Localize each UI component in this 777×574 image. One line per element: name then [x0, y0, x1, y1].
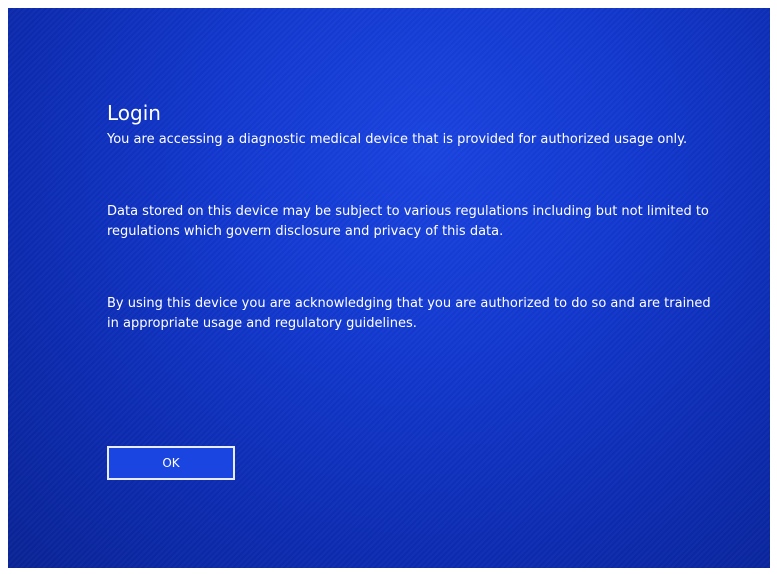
acknowledgement-notice: By using this device you are acknowledgi… [107, 296, 711, 331]
ok-button[interactable]: OK [107, 446, 235, 480]
login-title: Login [107, 101, 161, 125]
photo-frame: Login You are accessing a diagnostic med… [0, 0, 777, 574]
data-regulation-notice: Data stored on this device may be subjec… [107, 204, 709, 239]
login-notice: Login You are accessing a diagnostic med… [107, 100, 717, 334]
authorized-usage-notice: You are accessing a diagnostic medical d… [107, 132, 688, 147]
login-screen: Login You are accessing a diagnostic med… [8, 8, 770, 568]
